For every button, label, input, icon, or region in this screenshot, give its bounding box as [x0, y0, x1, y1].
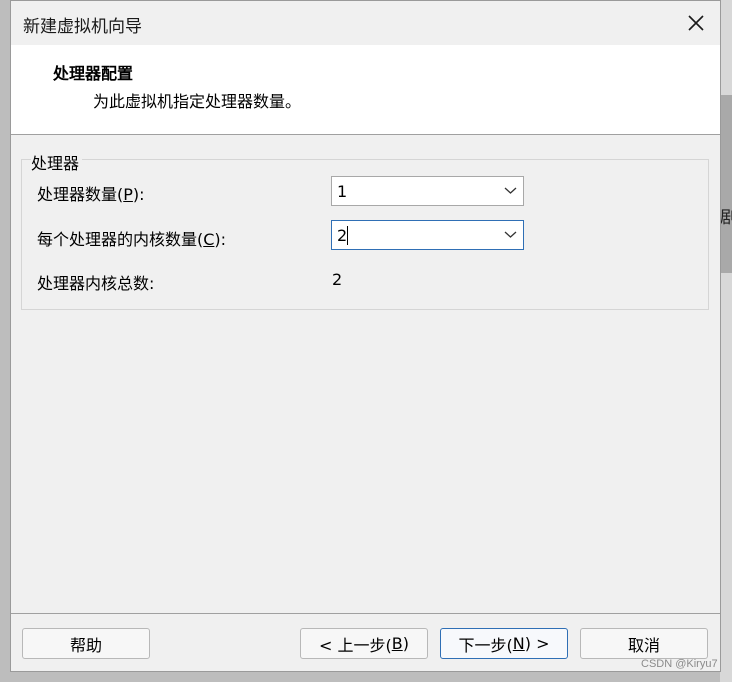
total-cores-label: 处理器内核总数:: [37, 274, 155, 293]
wizard-header: 处理器配置 为此虚拟机指定处理器数量。: [11, 45, 720, 135]
total-cores-value: 2: [332, 270, 343, 289]
title-bar: 新建虚拟机向导: [11, 1, 720, 45]
window-title: 新建虚拟机向导: [23, 17, 142, 37]
cores-per-processor-value: 2: [337, 226, 348, 245]
processor-count-value: 1: [337, 182, 348, 201]
new-vm-wizard-dialog: 新建虚拟机向导 处理器配置 为此虚拟机指定处理器数量。 处理器 处理器数量(P)…: [10, 0, 721, 672]
chevron-down-icon: [504, 231, 517, 238]
page-title: 处理器配置: [53, 64, 134, 83]
processor-count-select[interactable]: 1: [331, 176, 524, 206]
group-legend: 处理器: [31, 150, 83, 174]
help-button[interactable]: 帮助: [22, 628, 150, 659]
background-panel: [720, 95, 732, 273]
page-subtitle: 为此虚拟机指定处理器数量。: [93, 92, 302, 111]
chevron-down-icon: [504, 187, 517, 194]
back-button[interactable]: < 上一步(B): [300, 628, 428, 659]
background-glyph: 剧: [720, 208, 732, 228]
watermark: CSDN @Kiryu7: [641, 658, 718, 670]
close-button[interactable]: [682, 9, 710, 37]
next-button[interactable]: 下一步(N) >: [440, 628, 568, 659]
cores-per-processor-select[interactable]: 2: [331, 220, 524, 250]
footer-divider: [11, 613, 720, 614]
cancel-button[interactable]: 取消: [580, 628, 708, 659]
text-caret: [347, 226, 348, 245]
cores-per-processor-label: 每个处理器的内核数量(C):: [37, 230, 227, 249]
close-icon: [688, 15, 704, 31]
processor-count-label: 处理器数量(P):: [37, 185, 145, 204]
